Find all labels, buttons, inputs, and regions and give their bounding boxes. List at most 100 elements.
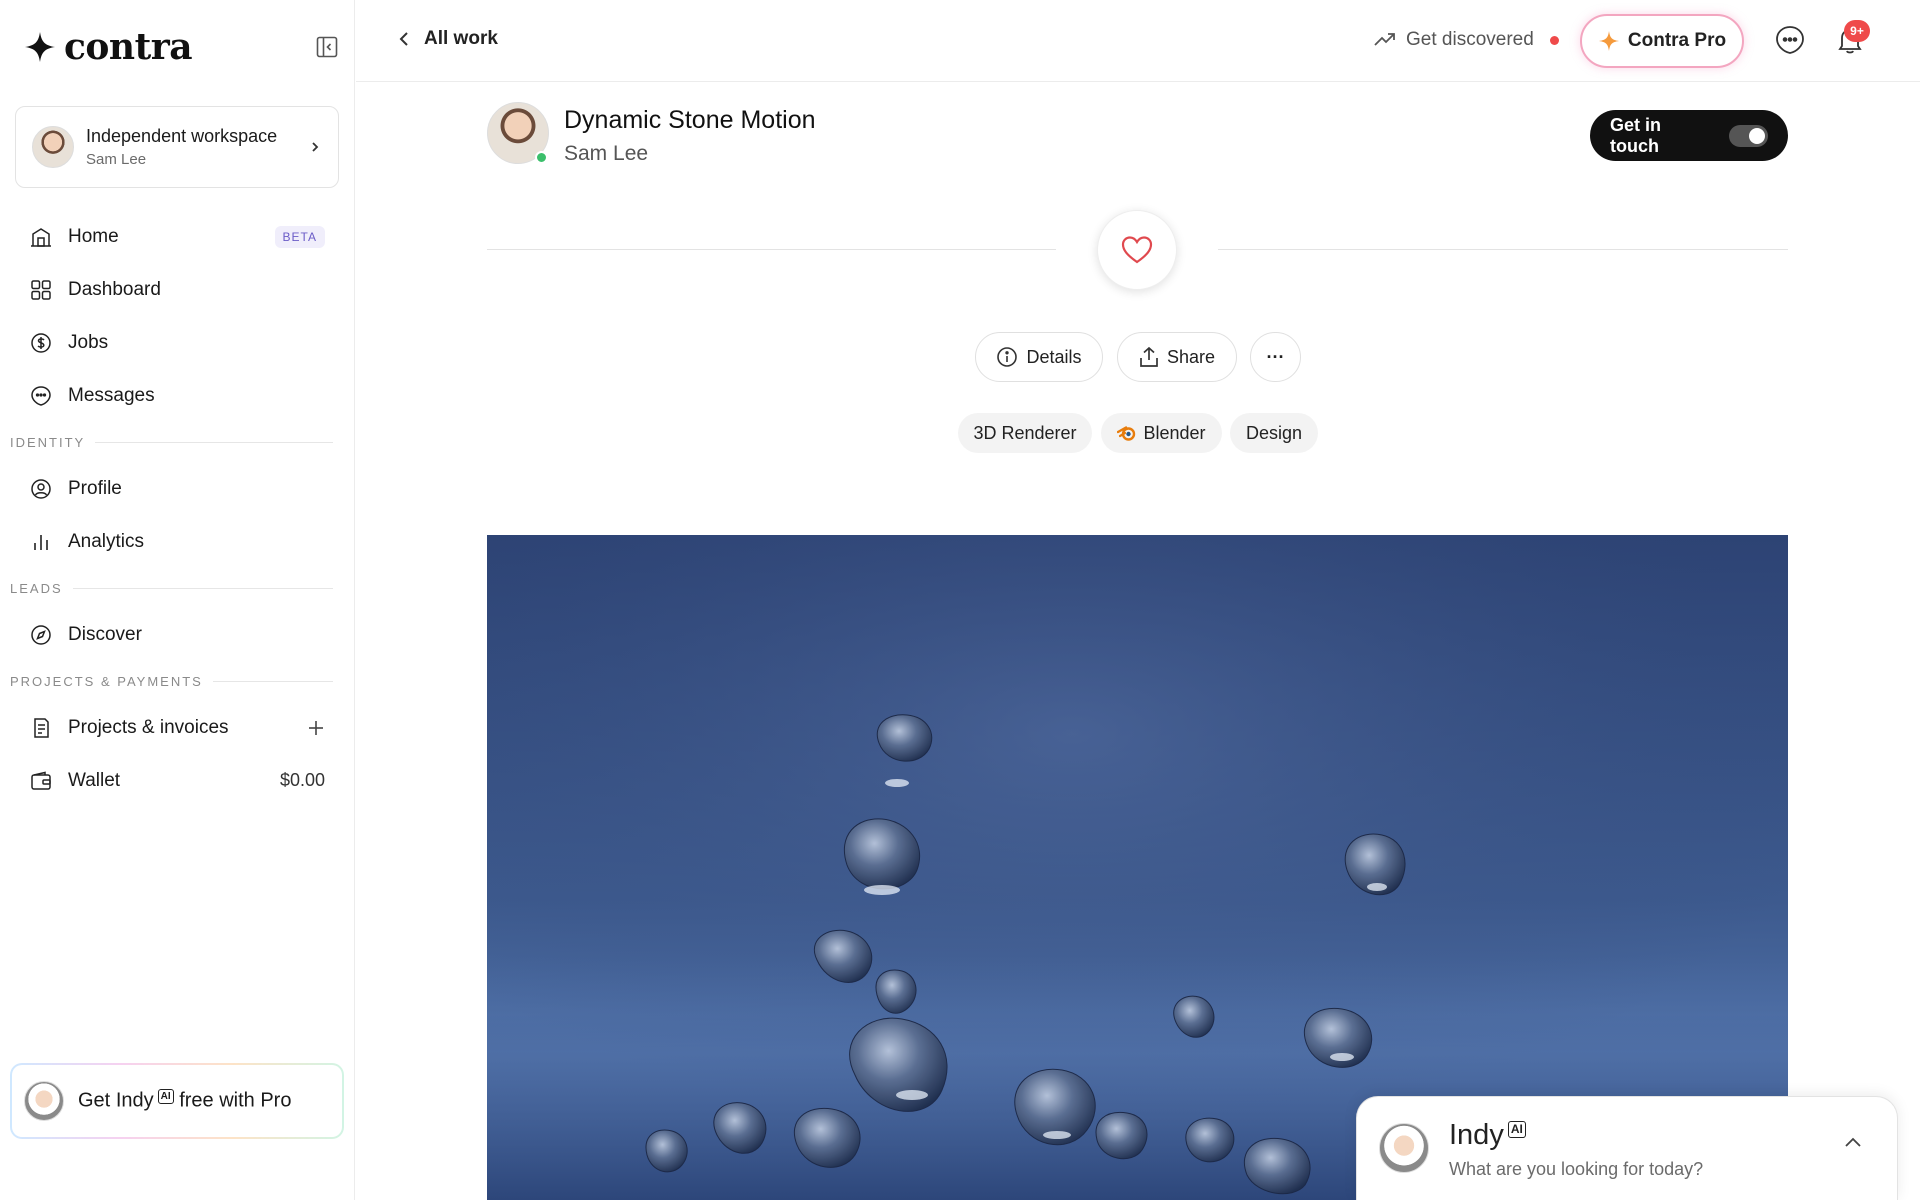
chevron-up-icon[interactable] — [1843, 1135, 1863, 1149]
chevron-right-icon — [312, 142, 319, 152]
sidebar-item-label: Dashboard — [68, 278, 161, 300]
tag-label: Design — [1245, 422, 1303, 443]
details-label: Details — [1026, 346, 1082, 367]
sidebar-item-label: Projects & invoices — [68, 716, 229, 738]
plus-icon[interactable] — [307, 719, 325, 737]
tag-label: 3D Renderer — [973, 422, 1077, 443]
chat-bubble-icon — [31, 385, 51, 406]
sidebar-item-label: Analytics — [68, 530, 145, 552]
notifications-count-badge: 9+ — [1844, 20, 1870, 42]
compass-icon — [31, 624, 51, 645]
promo-text: Get Indy AI free with Pro — [78, 1089, 291, 1113]
workspace-name: Independent workspace — [86, 126, 278, 146]
workspace-switcher[interactable]: Independent workspace Sam Lee — [15, 106, 339, 188]
sidebar-item-home[interactable]: Home BETA — [0, 210, 355, 263]
like-button[interactable] — [1097, 210, 1177, 290]
details-button[interactable]: Details — [975, 332, 1103, 382]
sparkle-icon — [1598, 31, 1619, 51]
section-divider — [72, 587, 333, 589]
indy-avatar — [24, 1081, 64, 1121]
sidebar-item-label: Profile — [68, 477, 122, 499]
divider-right — [1218, 249, 1788, 250]
indy-prompt: What are you looking for today? — [1449, 1159, 1704, 1179]
sidebar-item-wallet[interactable]: Wallet $0.00 — [0, 754, 355, 807]
divider-left — [487, 249, 1056, 250]
indy-avatar — [1379, 1123, 1429, 1173]
sidebar-item-messages[interactable]: Messages — [0, 369, 355, 422]
ellipsis-icon: ··· — [1266, 346, 1285, 367]
user-circle-icon — [31, 478, 51, 499]
ai-badge: AI — [157, 1089, 174, 1105]
sidebar-item-label: Jobs — [68, 331, 109, 353]
online-status-dot — [535, 151, 548, 164]
section-leads: LEADS — [0, 568, 355, 608]
messages-icon[interactable] — [1774, 24, 1806, 56]
top-bar: All work Get discovered Contra Pro 9+ — [356, 0, 1920, 82]
collapse-sidebar-icon[interactable] — [314, 34, 340, 60]
section-projects-payments: PROJECTS & PAYMENTS — [0, 661, 355, 701]
logo-wordmark: contra — [64, 26, 193, 68]
get-indy-promo[interactable]: Get Indy AI free with Pro — [10, 1063, 344, 1139]
section-divider — [95, 441, 333, 443]
trending-up-icon — [1374, 33, 1395, 46]
share-button[interactable]: Share — [1117, 332, 1237, 382]
section-identity: IDENTITY — [0, 422, 355, 462]
get-in-touch-label: Get in touch — [1610, 114, 1662, 156]
contra-pro-label: Contra Pro — [1627, 30, 1727, 51]
get-discovered-label: Get discovered — [1406, 29, 1534, 50]
tag-label: Blender — [1143, 422, 1206, 443]
invoice-icon — [34, 717, 49, 738]
bar-chart-icon — [34, 534, 48, 550]
sidebar-nav: Home BETA Dashboard Jobs Messages IDENTI… — [0, 210, 355, 807]
more-options-button[interactable]: ··· — [1250, 332, 1301, 382]
contra-logo[interactable]: contra — [24, 26, 193, 68]
contra-pro-button[interactable]: Contra Pro — [1580, 14, 1744, 68]
indy-chat-widget[interactable]: Indy AI What are you looking for today? — [1356, 1096, 1898, 1200]
back-label: All work — [424, 28, 498, 49]
sidebar-item-label: Discover — [68, 623, 142, 645]
wallet-icon — [31, 771, 51, 790]
ai-badge: AI — [1507, 1121, 1526, 1139]
sidebar-item-dashboard[interactable]: Dashboard — [0, 263, 355, 316]
contra-star-icon — [25, 32, 55, 62]
project-title: Dynamic Stone Motion — [564, 106, 816, 134]
blender-icon — [1117, 426, 1136, 441]
get-in-touch-button[interactable]: Get in touch — [1590, 110, 1788, 161]
indy-name: Indy — [1449, 1119, 1504, 1151]
grid-icon — [31, 279, 51, 300]
status-dot — [1549, 35, 1559, 45]
promo-suffix: free with Pro — [179, 1089, 292, 1112]
get-in-touch-toggle[interactable] — [1728, 124, 1768, 147]
sidebar-item-label: Wallet — [68, 769, 121, 791]
chevron-left-icon — [399, 32, 408, 46]
sidebar-item-projects[interactable]: Projects & invoices — [0, 701, 355, 754]
tag-design[interactable]: Design — [1230, 413, 1318, 453]
back-to-all-work-link[interactable]: All work — [398, 28, 498, 50]
promo-prefix: Get — [78, 1089, 111, 1112]
beta-badge: BETA — [274, 225, 325, 248]
share-upload-icon — [1140, 346, 1158, 367]
section-label: IDENTITY — [10, 434, 86, 450]
section-divider — [212, 680, 333, 682]
get-discovered-link[interactable]: Get discovered — [1374, 29, 1559, 51]
sidebar-item-analytics[interactable]: Analytics — [0, 515, 355, 568]
section-label: PROJECTS & PAYMENTS — [10, 673, 203, 689]
tag-3d-renderer[interactable]: 3D Renderer — [958, 413, 1092, 453]
sidebar-item-profile[interactable]: Profile — [0, 462, 355, 515]
workspace-avatar — [32, 126, 74, 168]
share-label: Share — [1166, 346, 1216, 367]
project-author[interactable]: Sam Lee — [564, 142, 648, 166]
wallet-balance: $0.00 — [279, 770, 325, 790]
dollar-circle-icon — [31, 332, 51, 353]
home-icon — [31, 227, 51, 247]
tag-blender[interactable]: Blender — [1101, 413, 1222, 453]
info-icon — [997, 347, 1018, 367]
sidebar-item-label: Home — [68, 225, 119, 247]
workspace-user: Sam Lee — [86, 151, 147, 168]
sidebar-item-label: Messages — [68, 384, 155, 406]
promo-indy-name: Indy — [115, 1089, 154, 1112]
sidebar-item-jobs[interactable]: Jobs — [0, 316, 355, 369]
sidebar-item-discover[interactable]: Discover — [0, 608, 355, 661]
sidebar: contra Independent workspace Sam Lee Hom… — [0, 0, 355, 1200]
heart-icon — [1121, 236, 1153, 264]
